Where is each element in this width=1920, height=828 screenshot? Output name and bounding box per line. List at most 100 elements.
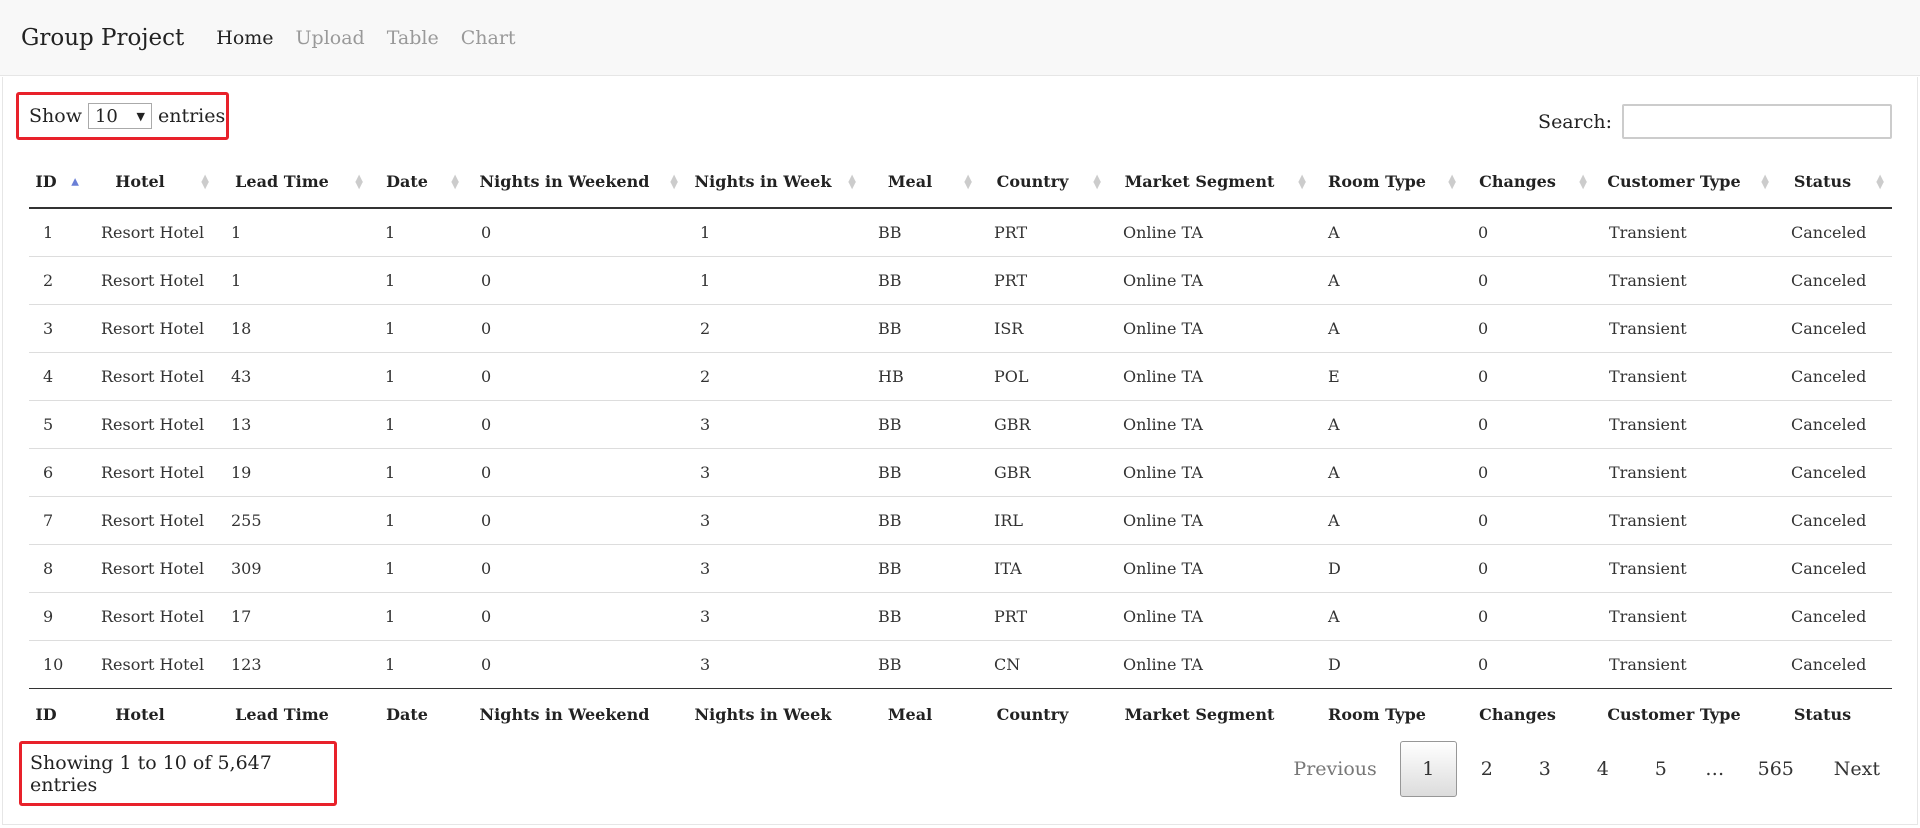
cell-market-segment: Online TA: [1109, 640, 1314, 689]
cell-nights-in-weekend: 0: [467, 640, 686, 689]
navbar-brand[interactable]: Group Project: [21, 25, 184, 51]
cell-meal: BB: [864, 208, 980, 257]
page-button-2[interactable]: 2: [1458, 741, 1516, 797]
cell-room-type: A: [1314, 400, 1464, 449]
column-footer-market-segment: Market Segment: [1124, 704, 1275, 724]
table-row[interactable]: 7 Resort Hotel 255 1 0 3 BB IRL Online TA A 0 Trans…: [29, 496, 1892, 545]
cell-id: 5: [29, 400, 87, 449]
cell-changes: 0: [1464, 496, 1595, 545]
cell-meal: BB: [864, 592, 980, 641]
previous-page-button[interactable]: Previous: [1271, 741, 1398, 797]
cell-id: 2: [29, 256, 87, 305]
column-header-meal[interactable]: Meal ▲ ▼: [864, 156, 980, 209]
column-header-label: Hotel: [115, 172, 165, 191]
cell-market-segment: Online TA: [1109, 496, 1314, 545]
cell-changes: 0: [1464, 448, 1595, 497]
cell-changes: 0: [1464, 544, 1595, 593]
sort-icon: ▲ ▼: [670, 172, 678, 191]
column-header-date[interactable]: Date ▲ ▼: [371, 156, 467, 209]
cell-lead-time: 43: [217, 352, 371, 401]
page-button-1[interactable]: 1: [1399, 741, 1457, 797]
page-button-last[interactable]: 565: [1740, 741, 1812, 797]
cell-id: 8: [29, 544, 87, 593]
column-header-label: Date: [386, 172, 428, 191]
nav-item-chart[interactable]: Chart: [461, 27, 516, 49]
cell-customer-type: Transient: [1595, 592, 1777, 641]
nav-item-upload[interactable]: Upload: [296, 27, 365, 49]
cell-room-type: D: [1314, 544, 1464, 593]
column-header-changes[interactable]: Changes ▲ ▼: [1464, 156, 1595, 209]
cell-room-type: A: [1314, 496, 1464, 545]
cell-hotel: Resort Hotel: [87, 400, 217, 449]
table-row[interactable]: 9 Resort Hotel 17 1 0 3 BB PRT Online TA A 0 Transi…: [29, 592, 1892, 641]
cell-customer-type: Transient: [1595, 256, 1777, 305]
table-row[interactable]: 10 Resort Hotel 123 1 0 3 BB CN Online TA D 0 Trans…: [29, 640, 1892, 689]
next-page-button[interactable]: Next: [1812, 741, 1902, 797]
column-header-hotel[interactable]: Hotel ▲ ▼: [87, 156, 217, 209]
column-header-label: Meal: [887, 172, 933, 191]
cell-changes: 0: [1464, 304, 1595, 353]
page-button-5[interactable]: 5: [1632, 741, 1690, 797]
sort-icon: ▲ ▼: [201, 172, 209, 191]
table-row[interactable]: 1 Resort Hotel 1 1 0 1 BB PRT Online TA A 0 Transie…: [29, 208, 1892, 257]
column-header-id[interactable]: ID ▲: [29, 156, 87, 209]
cell-room-type: A: [1314, 208, 1464, 257]
page-button-3[interactable]: 3: [1516, 741, 1574, 797]
cell-nights-in-weekend: 0: [467, 544, 686, 593]
search-input[interactable]: [1622, 104, 1892, 139]
search-label: Search:: [1538, 110, 1612, 133]
cell-lead-time: 1: [217, 256, 371, 305]
nav-item-table[interactable]: Table: [387, 27, 439, 49]
column-header-customer-type[interactable]: Customer Type ▲ ▼: [1595, 156, 1777, 209]
cell-id: 7: [29, 496, 87, 545]
entries-per-page-select[interactable]: 10 ▼: [87, 103, 152, 129]
cell-hotel: Resort Hotel: [87, 256, 217, 305]
nav-item-home[interactable]: Home: [216, 27, 273, 49]
cell-lead-time: 18: [217, 304, 371, 353]
cell-market-segment: Online TA: [1109, 448, 1314, 497]
cell-date: 1: [371, 256, 467, 305]
column-header-room-type[interactable]: Room Type ▲ ▼: [1314, 156, 1464, 209]
search-area: Search:: [1538, 104, 1892, 139]
sort-icon: ▲ ▼: [1876, 172, 1884, 191]
cell-status: Canceled: [1777, 592, 1892, 641]
column-header-country[interactable]: Country ▲ ▼: [980, 156, 1109, 209]
table-row[interactable]: 6 Resort Hotel 19 1 0 3 BB GBR Online TA A 0 Transi…: [29, 448, 1892, 497]
cell-room-type: A: [1314, 592, 1464, 641]
cell-market-segment: Online TA: [1109, 544, 1314, 593]
cell-status: Canceled: [1777, 400, 1892, 449]
sort-icon: ▲ ▼: [964, 172, 972, 191]
table-row[interactable]: 2 Resort Hotel 1 1 0 1 BB PRT Online TA A 0 Transie…: [29, 256, 1892, 305]
cell-lead-time: 13: [217, 400, 371, 449]
cell-changes: 0: [1464, 592, 1595, 641]
column-header-lead-time[interactable]: Lead Time ▲ ▼: [217, 156, 371, 209]
column-header-label: ID: [35, 172, 57, 191]
cell-nights-in-weekend: 0: [467, 352, 686, 401]
column-header-market-segment[interactable]: Market Segment ▲ ▼: [1109, 156, 1314, 209]
table-row[interactable]: 8 Resort Hotel 309 1 0 3 BB ITA Online TA D 0 Trans…: [29, 544, 1892, 593]
cell-nights-in-weekend: 0: [467, 304, 686, 353]
cell-customer-type: Transient: [1595, 400, 1777, 449]
pagination: Previous 1 2 3 4 5 … 565 Next: [1271, 741, 1902, 797]
table-row[interactable]: 5 Resort Hotel 13 1 0 3 BB GBR Online TA A 0 Transi…: [29, 400, 1892, 449]
cell-customer-type: Transient: [1595, 544, 1777, 593]
column-footer-customer-type: Customer Type: [1607, 704, 1741, 724]
sort-icon: ▲ ▼: [1761, 172, 1769, 191]
cell-status: Canceled: [1777, 256, 1892, 305]
column-header-status[interactable]: Status ▲ ▼: [1777, 156, 1892, 209]
cell-id: 9: [29, 592, 87, 641]
page-button-4[interactable]: 4: [1574, 741, 1632, 797]
table-row[interactable]: 3 Resort Hotel 18 1 0 2 BB ISR Online TA A 0 Transi…: [29, 304, 1892, 353]
sort-icon: ▲ ▼: [451, 172, 459, 191]
cell-meal: BB: [864, 256, 980, 305]
column-header-nights-in-weekend[interactable]: Nights in Weekend ▲ ▼: [467, 156, 686, 209]
cell-lead-time: 19: [217, 448, 371, 497]
cell-lead-time: 309: [217, 544, 371, 593]
cell-country: GBR: [980, 400, 1109, 449]
cell-changes: 0: [1464, 352, 1595, 401]
column-footer-nights-in-week: Nights in Week: [694, 704, 832, 724]
column-header-nights-in-week[interactable]: Nights in Week ▲ ▼: [686, 156, 864, 209]
cell-id: 4: [29, 352, 87, 401]
table-row[interactable]: 4 Resort Hotel 43 1 0 2 HB POL Online TA E 0 Transi…: [29, 352, 1892, 401]
table-info-text: Showing 1 to 10 of 5,647 entries: [30, 751, 272, 796]
